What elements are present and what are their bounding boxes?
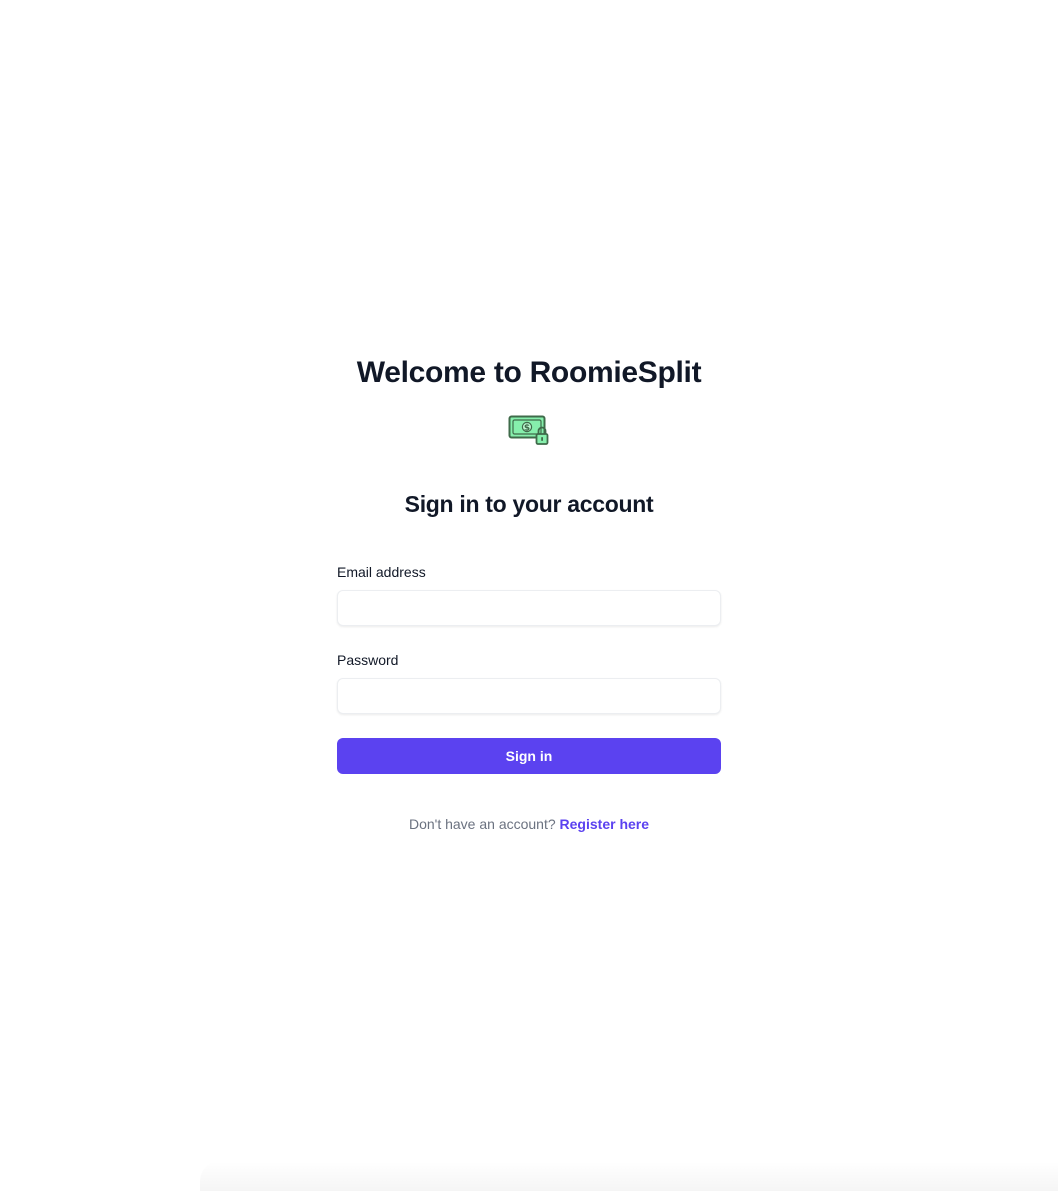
money-lock-icon: $ [508,415,549,445]
password-label: Password [337,652,399,668]
register-prompt: Don't have an account? Register here [0,816,1058,832]
bottom-edge-shadow [200,1161,1058,1191]
register-link[interactable]: Register here [560,816,649,832]
login-page: Welcome to RoomieSplit $ Sign in to your… [0,0,1058,1191]
svg-text:$: $ [524,424,530,434]
password-field[interactable] [337,678,721,714]
welcome-title: Welcome to RoomieSplit [356,356,702,389]
sign-in-button[interactable]: Sign in [337,738,721,774]
email-field[interactable] [337,590,721,626]
email-label: Email address [337,564,426,580]
signin-title: Sign in to your account [404,491,654,517]
register-prompt-text: Don't have an account? [408,816,556,832]
